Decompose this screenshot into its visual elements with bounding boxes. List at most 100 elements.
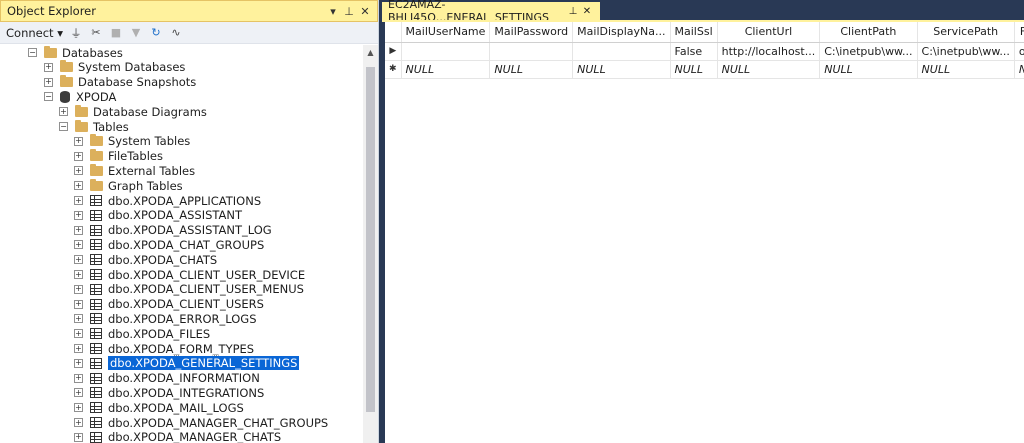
tree-node[interactable]: + dbo.XPODA_APPLICATIONS — [74, 193, 261, 208]
tree-node[interactable]: + dbo.XPODA_FILES — [74, 326, 210, 341]
tree-node[interactable]: + dbo.XPODA_MAIL_LOGS — [74, 400, 244, 415]
expand-icon[interactable]: + — [74, 388, 83, 398]
tree-node[interactable]: − Tables — [59, 119, 129, 134]
collapse-icon[interactable]: − — [44, 92, 53, 102]
tree-node[interactable]: + dbo.XPODA_INTEGRATIONS — [74, 385, 264, 400]
column-header[interactable]: MailPassword — [489, 22, 574, 43]
grid-cell[interactable]: http://localhost... — [717, 42, 821, 61]
grid-cell[interactable]: N — [1014, 60, 1024, 79]
column-header[interactable]: ClientPath — [819, 22, 918, 43]
grid-cell[interactable]: NULL — [572, 60, 671, 79]
tree-node[interactable]: + dbo.XPODA_CHAT_GROUPS — [74, 237, 264, 252]
disconnect-icon[interactable]: ✂ — [89, 26, 103, 39]
expand-icon[interactable]: + — [74, 151, 83, 161]
grid-cell[interactable]: NULL — [819, 60, 918, 79]
tab-general-settings[interactable]: EC2AMAZ-BHLJ45Q...ENERAL_SETTINGS ⊥ ✕ — [382, 0, 600, 24]
tree-node[interactable]: + dbo.XPODA_ASSISTANT — [74, 208, 242, 223]
column-header[interactable]: F — [1014, 22, 1024, 43]
expand-icon[interactable]: + — [59, 107, 68, 117]
tree-node[interactable]: + System Databases — [44, 60, 185, 75]
tree-node[interactable]: + System Tables — [74, 134, 190, 149]
tab-pin-icon[interactable]: ⊥ — [566, 6, 580, 17]
close-icon[interactable]: ✕ — [357, 5, 373, 18]
grid-cell[interactable] — [401, 42, 491, 61]
column-header[interactable]: ClientUrl — [717, 22, 821, 43]
grid-cell[interactable]: NULL — [489, 60, 574, 79]
expand-icon[interactable]: + — [74, 373, 83, 383]
expand-icon[interactable]: + — [74, 432, 83, 442]
grid-cell[interactable]: NULL — [717, 60, 821, 79]
tree-node[interactable]: + dbo.XPODA_MANAGER_CHAT_GROUPS — [74, 415, 328, 430]
activity-monitor-icon[interactable]: ∿ — [169, 26, 183, 39]
tree-node[interactable]: + Graph Tables — [74, 178, 183, 193]
grid-cell[interactable]: o — [1014, 42, 1024, 61]
expand-icon[interactable]: + — [74, 299, 83, 309]
table-row[interactable]: ▶ False http://localhost... C:\inetpub\ww..… — [385, 42, 1024, 61]
expand-icon[interactable]: + — [74, 181, 83, 191]
expand-icon[interactable]: + — [74, 344, 83, 353]
grid-cell[interactable] — [489, 42, 574, 61]
tab-close-icon[interactable]: ✕ — [580, 6, 594, 17]
grid-cell[interactable]: NULL — [917, 60, 1015, 79]
expand-icon[interactable]: + — [44, 62, 53, 72]
expand-icon[interactable]: + — [74, 225, 83, 235]
expand-icon[interactable]: + — [74, 255, 83, 265]
tree-scrollbar[interactable]: ▲ — [363, 45, 378, 443]
new-row-icon[interactable]: ✱ — [385, 60, 402, 79]
tree-node[interactable]: − XPODA — [44, 89, 116, 104]
filter-icon[interactable]: ▼ — [129, 26, 143, 39]
tree-node[interactable]: + dbo.XPODA_GENERAL_SETTINGS — [74, 355, 301, 372]
collapse-icon[interactable]: − — [59, 122, 68, 131]
tree-node[interactable]: + dbo.XPODA_CLIENT_USER_MENUS — [74, 282, 304, 297]
connect-button[interactable]: Connect ▾ — [6, 26, 63, 40]
tree-node[interactable]: + dbo.XPODA_ASSISTANT_LOG — [74, 223, 272, 238]
tree-node[interactable]: + dbo.XPODA_CHATS — [74, 252, 217, 267]
grid-cell[interactable]: C:\inetpub\ww... — [819, 42, 918, 61]
tree-node[interactable]: + Database Diagrams — [59, 104, 207, 119]
expand-icon[interactable]: + — [74, 403, 83, 413]
grid-cell[interactable] — [572, 42, 671, 61]
tree-node[interactable]: + External Tables — [74, 163, 195, 178]
expand-icon[interactable]: + — [74, 329, 83, 339]
expand-icon[interactable]: + — [74, 270, 83, 279]
expand-icon[interactable]: + — [74, 166, 83, 176]
tree-node-label: dbo.XPODA_APPLICATIONS — [108, 193, 262, 208]
tree-node[interactable]: + dbo.XPODA_CLIENT_USERS — [74, 297, 264, 312]
table-row[interactable]: ✱NULLNULLNULLNULLNULLNULLNULLN — [385, 60, 1024, 79]
expand-icon[interactable]: + — [74, 418, 83, 427]
column-header[interactable]: MailSsl — [670, 22, 718, 43]
scroll-up-icon[interactable]: ▲ — [363, 45, 378, 60]
tree-node[interactable]: + dbo.XPODA_INFORMATION — [74, 371, 260, 386]
tree-node[interactable]: + dbo.XPODA_CLIENT_USER_DEVICE — [74, 267, 305, 282]
stop-icon[interactable]: ■ — [109, 26, 123, 39]
expand-icon[interactable]: + — [74, 358, 83, 368]
tree-node[interactable]: + Database Snapshots — [44, 75, 196, 90]
grid-cell[interactable]: NULL — [670, 60, 718, 79]
tree-node[interactable]: + dbo.XPODA_MANAGER_CHATS — [74, 430, 281, 443]
expand-icon[interactable]: + — [44, 77, 53, 87]
pin-icon[interactable]: ⊥ — [341, 5, 357, 18]
grid-cell[interactable]: NULL — [401, 60, 491, 79]
current-row-icon[interactable]: ▶ — [385, 42, 402, 61]
scrollbar-thumb[interactable] — [366, 67, 375, 412]
tree-node[interactable]: + dbo.XPODA_FORM_TYPES — [74, 341, 254, 356]
grid-cell[interactable]: C:\inetpub\ww... — [917, 42, 1015, 61]
refresh-icon[interactable]: ↻ — [149, 26, 163, 39]
tree-node[interactable]: + dbo.XPODA_ERROR_LOGS — [74, 311, 257, 326]
tree-node[interactable]: − Databases — [28, 45, 123, 60]
expand-icon[interactable]: + — [74, 240, 83, 250]
collapse-icon[interactable]: − — [28, 48, 37, 57]
connect-plug-icon[interactable]: ⏚ — [69, 25, 83, 41]
column-header[interactable]: MailUserName — [401, 22, 491, 43]
expand-icon[interactable]: + — [74, 314, 83, 324]
tree-node[interactable]: + FileTables — [74, 149, 163, 164]
expand-icon[interactable]: + — [74, 210, 83, 220]
column-header[interactable]: ServicePath — [917, 22, 1015, 43]
expand-icon[interactable]: + — [74, 136, 83, 146]
tree-node-label: dbo.XPODA_MANAGER_CHAT_GROUPS — [108, 415, 329, 430]
expand-icon[interactable]: + — [74, 196, 83, 205]
window-position-icon[interactable]: ▾ — [325, 5, 341, 18]
grid-cell[interactable]: False — [670, 42, 718, 61]
column-header[interactable]: MailDisplayNa... — [572, 22, 671, 43]
expand-icon[interactable]: + — [74, 284, 83, 294]
